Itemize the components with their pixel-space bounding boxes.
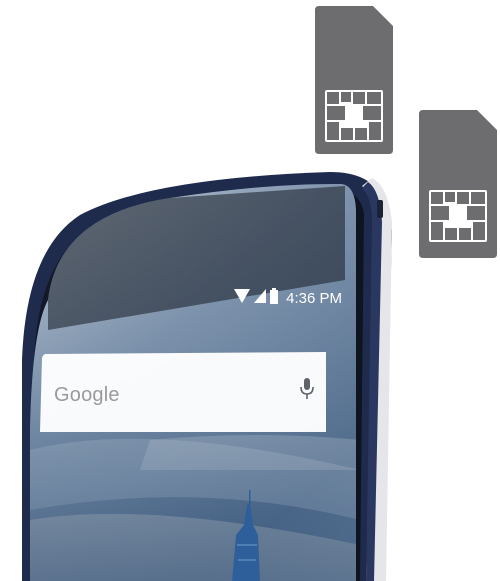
- signal-icon: [254, 288, 267, 308]
- status-time: 4:36 PM: [286, 289, 342, 307]
- google-logo-text: Google: [54, 384, 120, 406]
- wifi-icon: [234, 288, 251, 308]
- microphone-icon[interactable]: [300, 378, 314, 405]
- battery-icon: [270, 287, 279, 309]
- status-bar: 4:36 PM: [232, 286, 342, 310]
- search-bar[interactable]: Google: [40, 352, 326, 432]
